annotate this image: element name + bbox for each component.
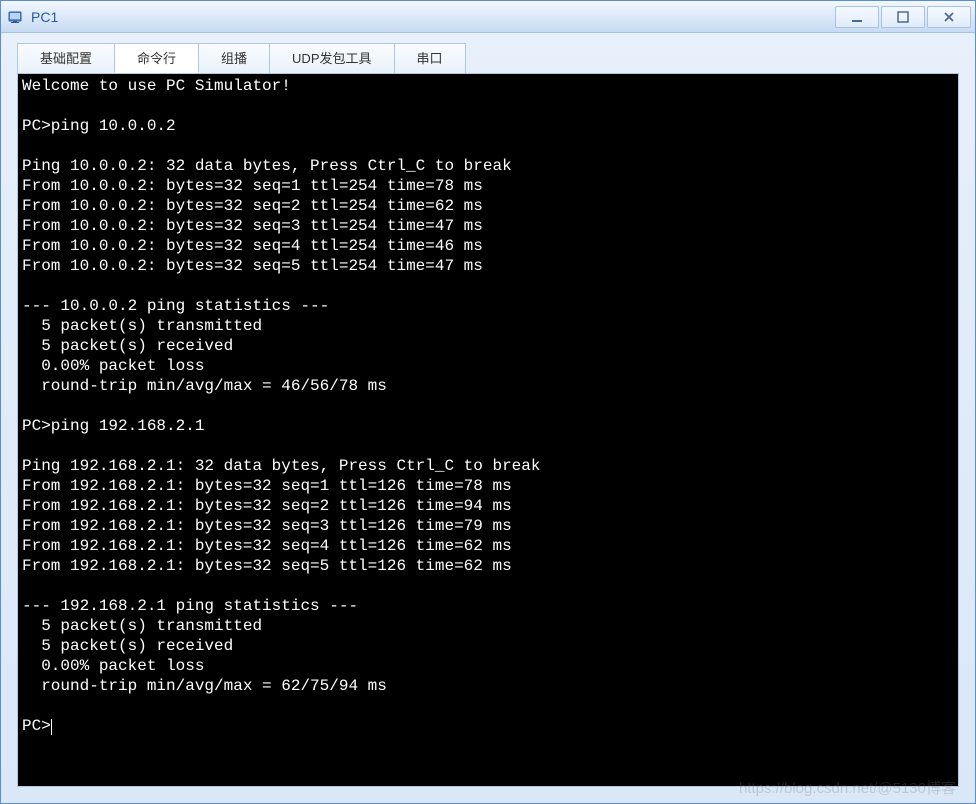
window-title: PC1: [31, 9, 835, 25]
app-icon: [5, 7, 25, 27]
tab-multicast[interactable]: 组播: [198, 43, 270, 73]
content-area: 基础配置 命令行 组播 UDP发包工具 串口 Welcome to use PC…: [1, 33, 975, 803]
tab-serial[interactable]: 串口: [394, 43, 466, 73]
tab-basic-config[interactable]: 基础配置: [17, 43, 115, 73]
window-controls: [835, 6, 971, 28]
close-button[interactable]: [927, 6, 971, 28]
tab-command-line[interactable]: 命令行: [114, 43, 199, 73]
application-window: PC1 基础配置 命令行 组播 UDP发包工具 串口 Welcome to us…: [0, 0, 976, 804]
tab-udp-packet-tool[interactable]: UDP发包工具: [269, 43, 394, 73]
minimize-button[interactable]: [835, 6, 879, 28]
terminal-output[interactable]: Welcome to use PC Simulator! PC>ping 10.…: [17, 73, 959, 787]
tab-bar: 基础配置 命令行 组播 UDP发包工具 串口: [17, 43, 959, 73]
titlebar[interactable]: PC1: [1, 1, 975, 33]
maximize-button[interactable]: [881, 6, 925, 28]
